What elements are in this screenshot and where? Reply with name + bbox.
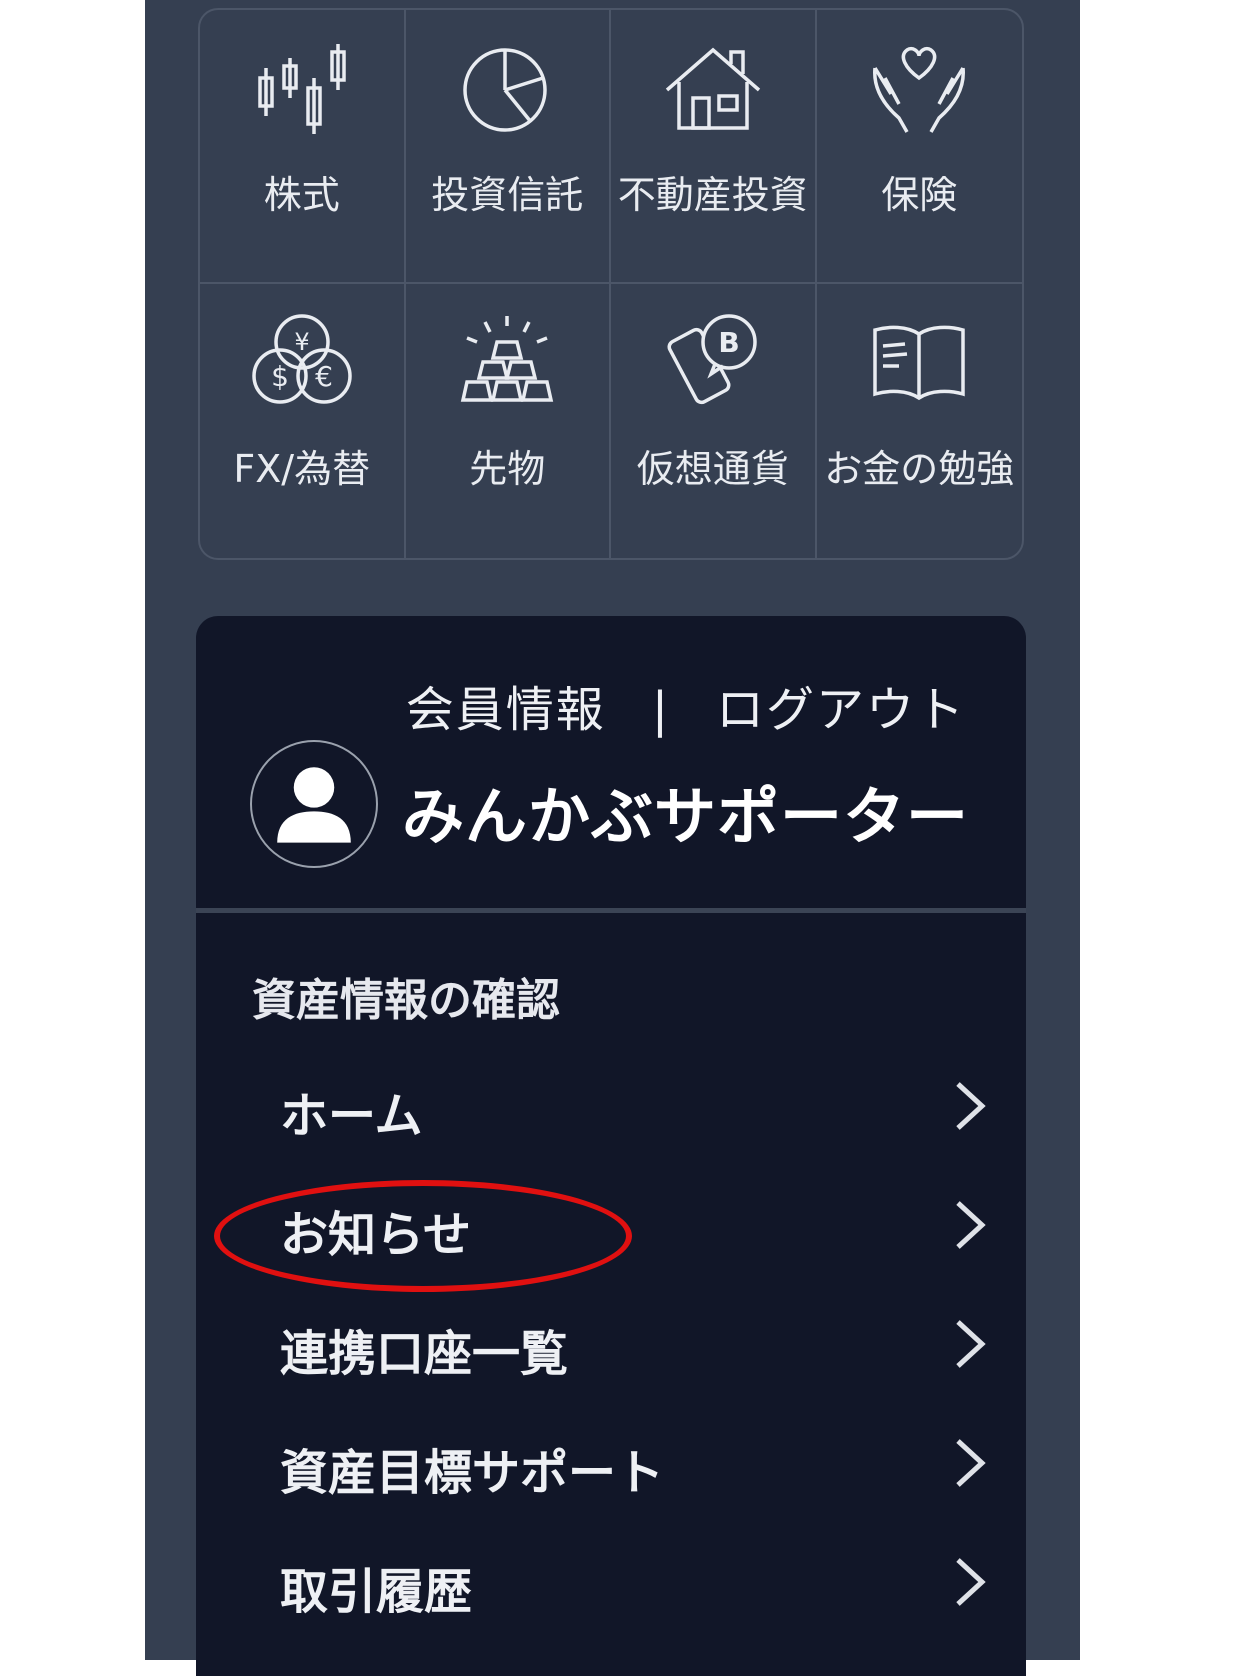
menu-item-label: 連携口座一覧 (280, 1326, 569, 1382)
section-title: 資産情報の確認 (252, 975, 560, 1026)
hands-heart-icon (873, 46, 966, 133)
category-investment-trust[interactable]: 投資信託 (405, 10, 611, 284)
chevron-right-icon (956, 1082, 986, 1130)
menu-list: ホーム お知らせ 連携口座一覧 資産目標サポート 取引履歴 (196, 1056, 1026, 1651)
logout-link[interactable]: ログアウト (716, 670, 966, 740)
category-label: 仮想通貨 (636, 447, 789, 491)
menu-item-home[interactable]: ホーム (196, 1056, 1026, 1175)
link-separator: | (651, 682, 670, 738)
category-label: 株式 (263, 173, 340, 217)
svg-text:B: B (718, 326, 739, 359)
username: みんかぶサポーター (402, 780, 970, 853)
category-label: 投資信託 (431, 173, 584, 217)
category-stocks[interactable]: 株式 (200, 10, 406, 284)
chevron-right-icon (956, 1558, 986, 1606)
open-book-icon (873, 325, 965, 401)
category-futures[interactable]: 先物 (406, 284, 611, 558)
house-icon (665, 47, 760, 130)
gold-bars-icon (461, 316, 554, 402)
category-label: 保険 (881, 173, 958, 217)
category-grid: 株式 投資信託 不動産投資 保険 ¥ $ € FX/為替 先物 B 仮想通貨 お… (198, 8, 1024, 560)
account-links: 会員情報 | ログアウト (196, 670, 966, 740)
svg-text:$: $ (271, 360, 289, 393)
member-info-link[interactable]: 会員情報 (406, 670, 606, 740)
chevron-right-icon (956, 1320, 986, 1368)
candlestick-chart-icon (258, 44, 346, 134)
phone-bitcoin-icon: B (667, 314, 757, 405)
category-money-study[interactable]: お金の勉強 (817, 284, 1023, 558)
category-fx[interactable]: ¥ $ € FX/為替 (200, 284, 406, 558)
user-menu-card: 会員情報 | ログアウト みんかぶサポーター 資産情報の確認 ホーム お知らせ 連携… (196, 616, 1026, 1676)
svg-text:€: € (315, 360, 333, 393)
menu-item-label: 資産目標サポート (280, 1445, 665, 1501)
pie-chart-icon (463, 48, 547, 132)
svg-text:¥: ¥ (294, 328, 309, 356)
menu-item-label: ホーム (280, 1088, 423, 1144)
category-crypto[interactable]: B 仮想通貨 (611, 284, 817, 558)
menu-item-label: 取引履歴 (280, 1564, 473, 1620)
chevron-right-icon (956, 1201, 986, 1249)
menu-item-label: お知らせ (280, 1207, 472, 1263)
category-insurance[interactable]: 保険 (816, 10, 1022, 284)
user-icon (277, 767, 351, 843)
category-label: 不動産投資 (617, 173, 808, 217)
menu-item-asset-goal[interactable]: 資産目標サポート (196, 1413, 1026, 1532)
menu-item-linked-accounts[interactable]: 連携口座一覧 (196, 1294, 1026, 1413)
menu-item-notifications[interactable]: お知らせ (196, 1175, 1026, 1294)
category-real-estate[interactable]: 不動産投資 (611, 10, 817, 284)
divider (196, 908, 1026, 913)
avatar[interactable] (250, 740, 378, 868)
category-label: お金の勉強 (824, 447, 1015, 491)
currency-coins-icon: ¥ $ € (252, 314, 352, 404)
category-label: 先物 (469, 447, 546, 491)
menu-item-transaction-history[interactable]: 取引履歴 (196, 1532, 1026, 1651)
chevron-right-icon (956, 1439, 986, 1487)
category-label: FX/為替 (233, 447, 371, 491)
